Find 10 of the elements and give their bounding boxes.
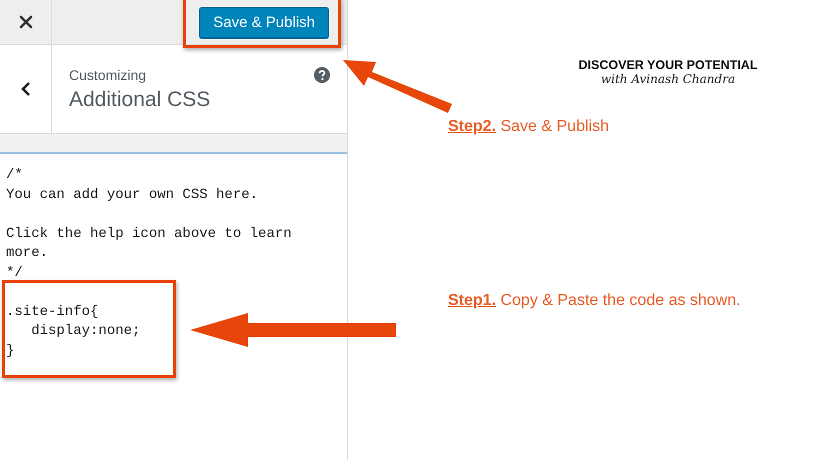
step-instruction: Step1. Copy & Paste the code as shown. — [448, 292, 742, 310]
back-chevron-icon — [20, 81, 30, 97]
step-instruction: Step2. Save & Publish — [448, 118, 610, 136]
save-publish-button[interactable]: Save & Publish — [199, 6, 329, 38]
brand-byline: with Avinash Chandra — [600, 72, 736, 86]
close-icon — [18, 15, 32, 29]
brand-headline: DISCOVER YOUR POTENTIAL — [578, 58, 758, 72]
help-icon[interactable] — [314, 67, 330, 83]
section-title: Additional CSS — [69, 88, 212, 112]
breadcrumb-text: Customizing — [69, 67, 148, 83]
